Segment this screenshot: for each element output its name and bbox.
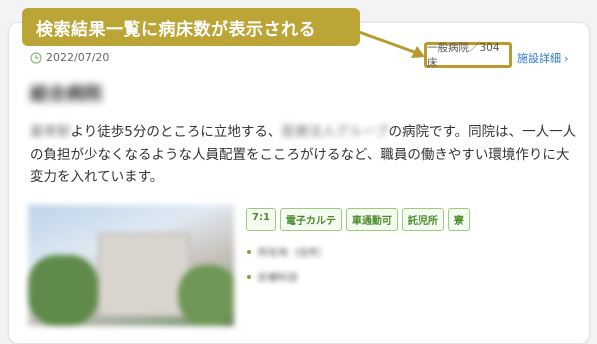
blurred-address: 所在地（住所） xyxy=(258,248,328,259)
annotation-arrow xyxy=(358,30,425,58)
date-text: 2022/07/20 xyxy=(46,51,110,64)
bullet-icon xyxy=(247,249,251,254)
info-line-address: 所在地（住所） xyxy=(247,244,328,259)
description-text-1: より徒歩5分のところに立地する、 xyxy=(70,124,282,140)
tag-electronic-chart: 電子カルテ xyxy=(279,208,342,231)
feature-tags: 7:1 電子カルテ 車通勤可 託児所 寮 xyxy=(246,208,470,231)
tag-childcare: 託児所 xyxy=(401,208,444,231)
tag-dormitory: 寮 xyxy=(447,208,470,231)
hospital-name[interactable]: 総合病院 xyxy=(30,80,116,105)
annotation-callout: 検索結果一覧に病床数が表示される xyxy=(22,8,360,46)
blurred-station: 最寄駅 xyxy=(30,124,71,140)
bullet-icon xyxy=(247,274,251,279)
tag-car-commute: 車通勤可 xyxy=(345,208,398,231)
posted-date: 2022/07/20 xyxy=(30,51,109,64)
blurred-departments: 診療科目 xyxy=(258,273,298,284)
callout-text: 検索結果一覧に病床数が表示される xyxy=(36,19,316,40)
blurred-group-name: 医療法人グループ xyxy=(281,124,389,140)
bed-count-text: 一般病院／304床 xyxy=(427,42,500,69)
chevron-right-icon: › xyxy=(564,52,569,65)
facility-detail-text[interactable]: 施設詳細 xyxy=(517,52,561,65)
hospital-photo[interactable] xyxy=(28,205,234,326)
facility-detail-link[interactable]: 施設詳細 › xyxy=(517,50,568,66)
hospital-description: 最寄駅より徒歩5分のところに立地する、医療法人グループの病院です。同院は、一人一… xyxy=(30,121,578,189)
clock-icon xyxy=(30,51,42,64)
bed-count-label: 一般病院／304床 xyxy=(424,42,512,69)
info-line-departments: 診療科目 xyxy=(247,269,298,284)
tag-nursing-ratio: 7:1 xyxy=(246,208,276,231)
